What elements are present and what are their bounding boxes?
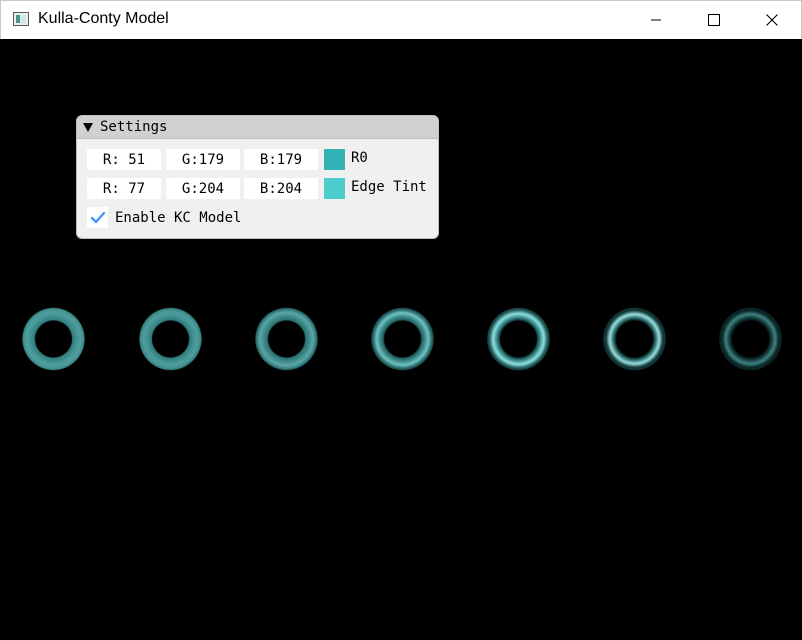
torus-6 (590, 296, 679, 382)
maximize-icon (708, 14, 720, 26)
collapse-triangle-icon[interactable] (83, 123, 93, 132)
torus-4 (358, 296, 447, 382)
edge-tint-blue-field[interactable]: B:204 (244, 178, 318, 199)
maximize-button[interactable] (685, 1, 743, 39)
enable-kc-checkbox[interactable] (87, 207, 108, 228)
settings-title: Settings (100, 119, 168, 135)
window-title: Kulla-Conty Model (38, 10, 169, 27)
torus-1 (9, 296, 98, 382)
close-button[interactable] (743, 1, 801, 39)
settings-panel: Settings R: 51 G:179 B:179 R0 R: 77 G:20… (76, 115, 439, 239)
r0-red-field[interactable]: R: 51 (87, 149, 161, 170)
r0-label: R0 (351, 150, 368, 166)
edge-tint-label: Edge Tint (351, 179, 427, 195)
torus-3 (242, 296, 331, 382)
enable-kc-row: Enable KC Model (87, 207, 241, 228)
title-bar: Kulla-Conty Model (0, 0, 802, 39)
enable-kc-label: Enable KC Model (115, 209, 242, 226)
close-icon (766, 14, 778, 26)
r0-blue-field[interactable]: B:179 (244, 149, 318, 170)
minimize-icon (651, 19, 661, 21)
minimize-button[interactable] (627, 1, 685, 39)
torus-5 (474, 296, 563, 382)
checkmark-icon (90, 211, 105, 223)
edge-tint-color-swatch[interactable] (324, 178, 345, 199)
settings-header[interactable]: Settings (77, 116, 438, 139)
r0-green-field[interactable]: G:179 (166, 149, 240, 170)
app-icon (13, 12, 29, 26)
edge-tint-red-field[interactable]: R: 77 (87, 178, 161, 199)
torus-2 (126, 296, 215, 382)
r0-color-swatch[interactable] (324, 149, 345, 170)
edge-tint-green-field[interactable]: G:204 (166, 178, 240, 199)
torus-7 (706, 296, 795, 382)
